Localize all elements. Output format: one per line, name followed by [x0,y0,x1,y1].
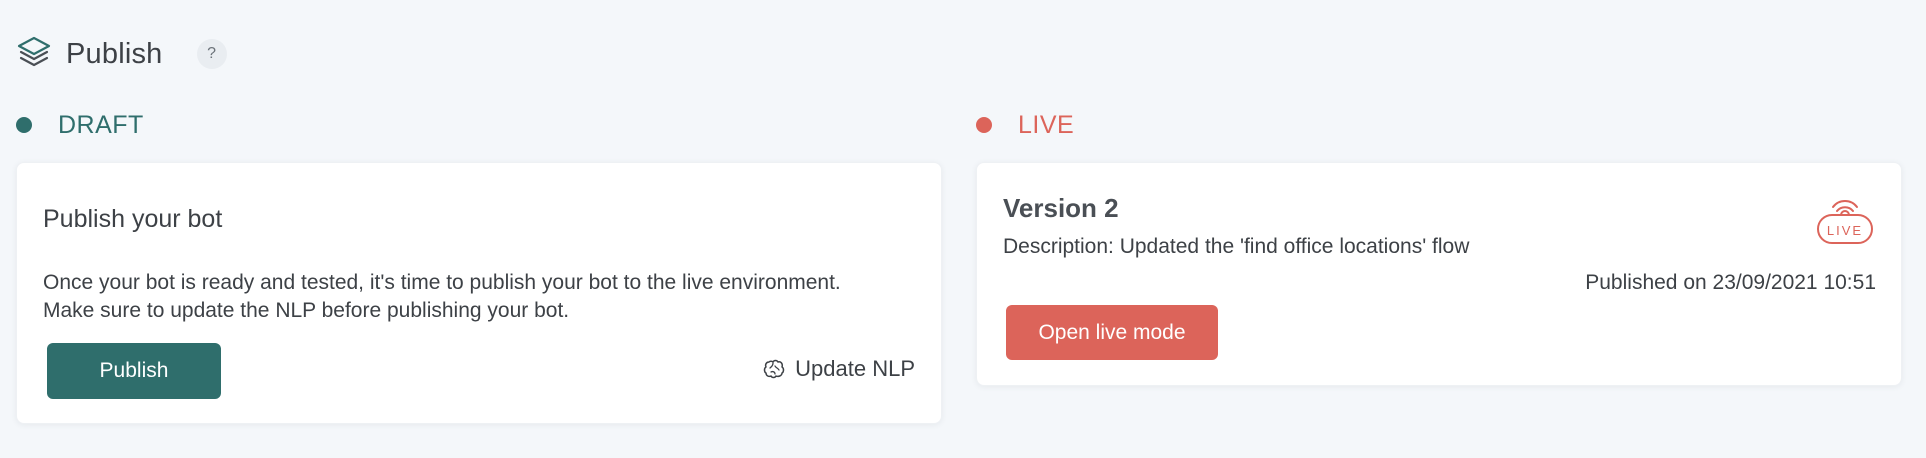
draft-card-description: Once your bot is ready and tested, it's … [43,271,841,322]
draft-card-title: Publish your bot [43,205,223,233]
draft-section: DRAFT Publish your bot Once your bot is … [16,108,942,424]
help-button[interactable]: ? [196,39,227,69]
draft-card: Publish your bot Once your bot is ready … [16,162,942,424]
live-section: LIVE Version 2 Description: Updated the … [976,108,1902,386]
page-header: Publish ? [16,34,227,74]
live-status-label: LIVE [1018,110,1075,139]
publish-button[interactable]: Publish [47,343,221,399]
update-nlp-label: Update NLP [795,356,915,381]
layers-icon [17,36,51,67]
update-nlp-button[interactable]: Update NLP [763,356,915,382]
live-description: Description: Updated the 'find office lo… [1003,235,1470,258]
draft-status-dot [16,117,32,133]
live-status-dot [976,117,992,133]
live-published-date: Published on 23/09/2021 10:51 [1585,271,1876,294]
open-live-mode-button[interactable]: Open live mode [1006,305,1218,360]
draft-status: DRAFT [16,108,942,142]
live-card: Version 2 Description: Updated the 'find… [976,162,1902,386]
live-badge-text: LIVE [1827,223,1863,238]
live-broadcast-icon: LIVE [1817,200,1873,244]
draft-status-label: DRAFT [58,110,144,139]
page-title: Publish [66,37,163,70]
live-status: LIVE [976,108,1902,142]
brain-icon [763,359,785,379]
live-version: Version 2 [1003,193,1119,223]
